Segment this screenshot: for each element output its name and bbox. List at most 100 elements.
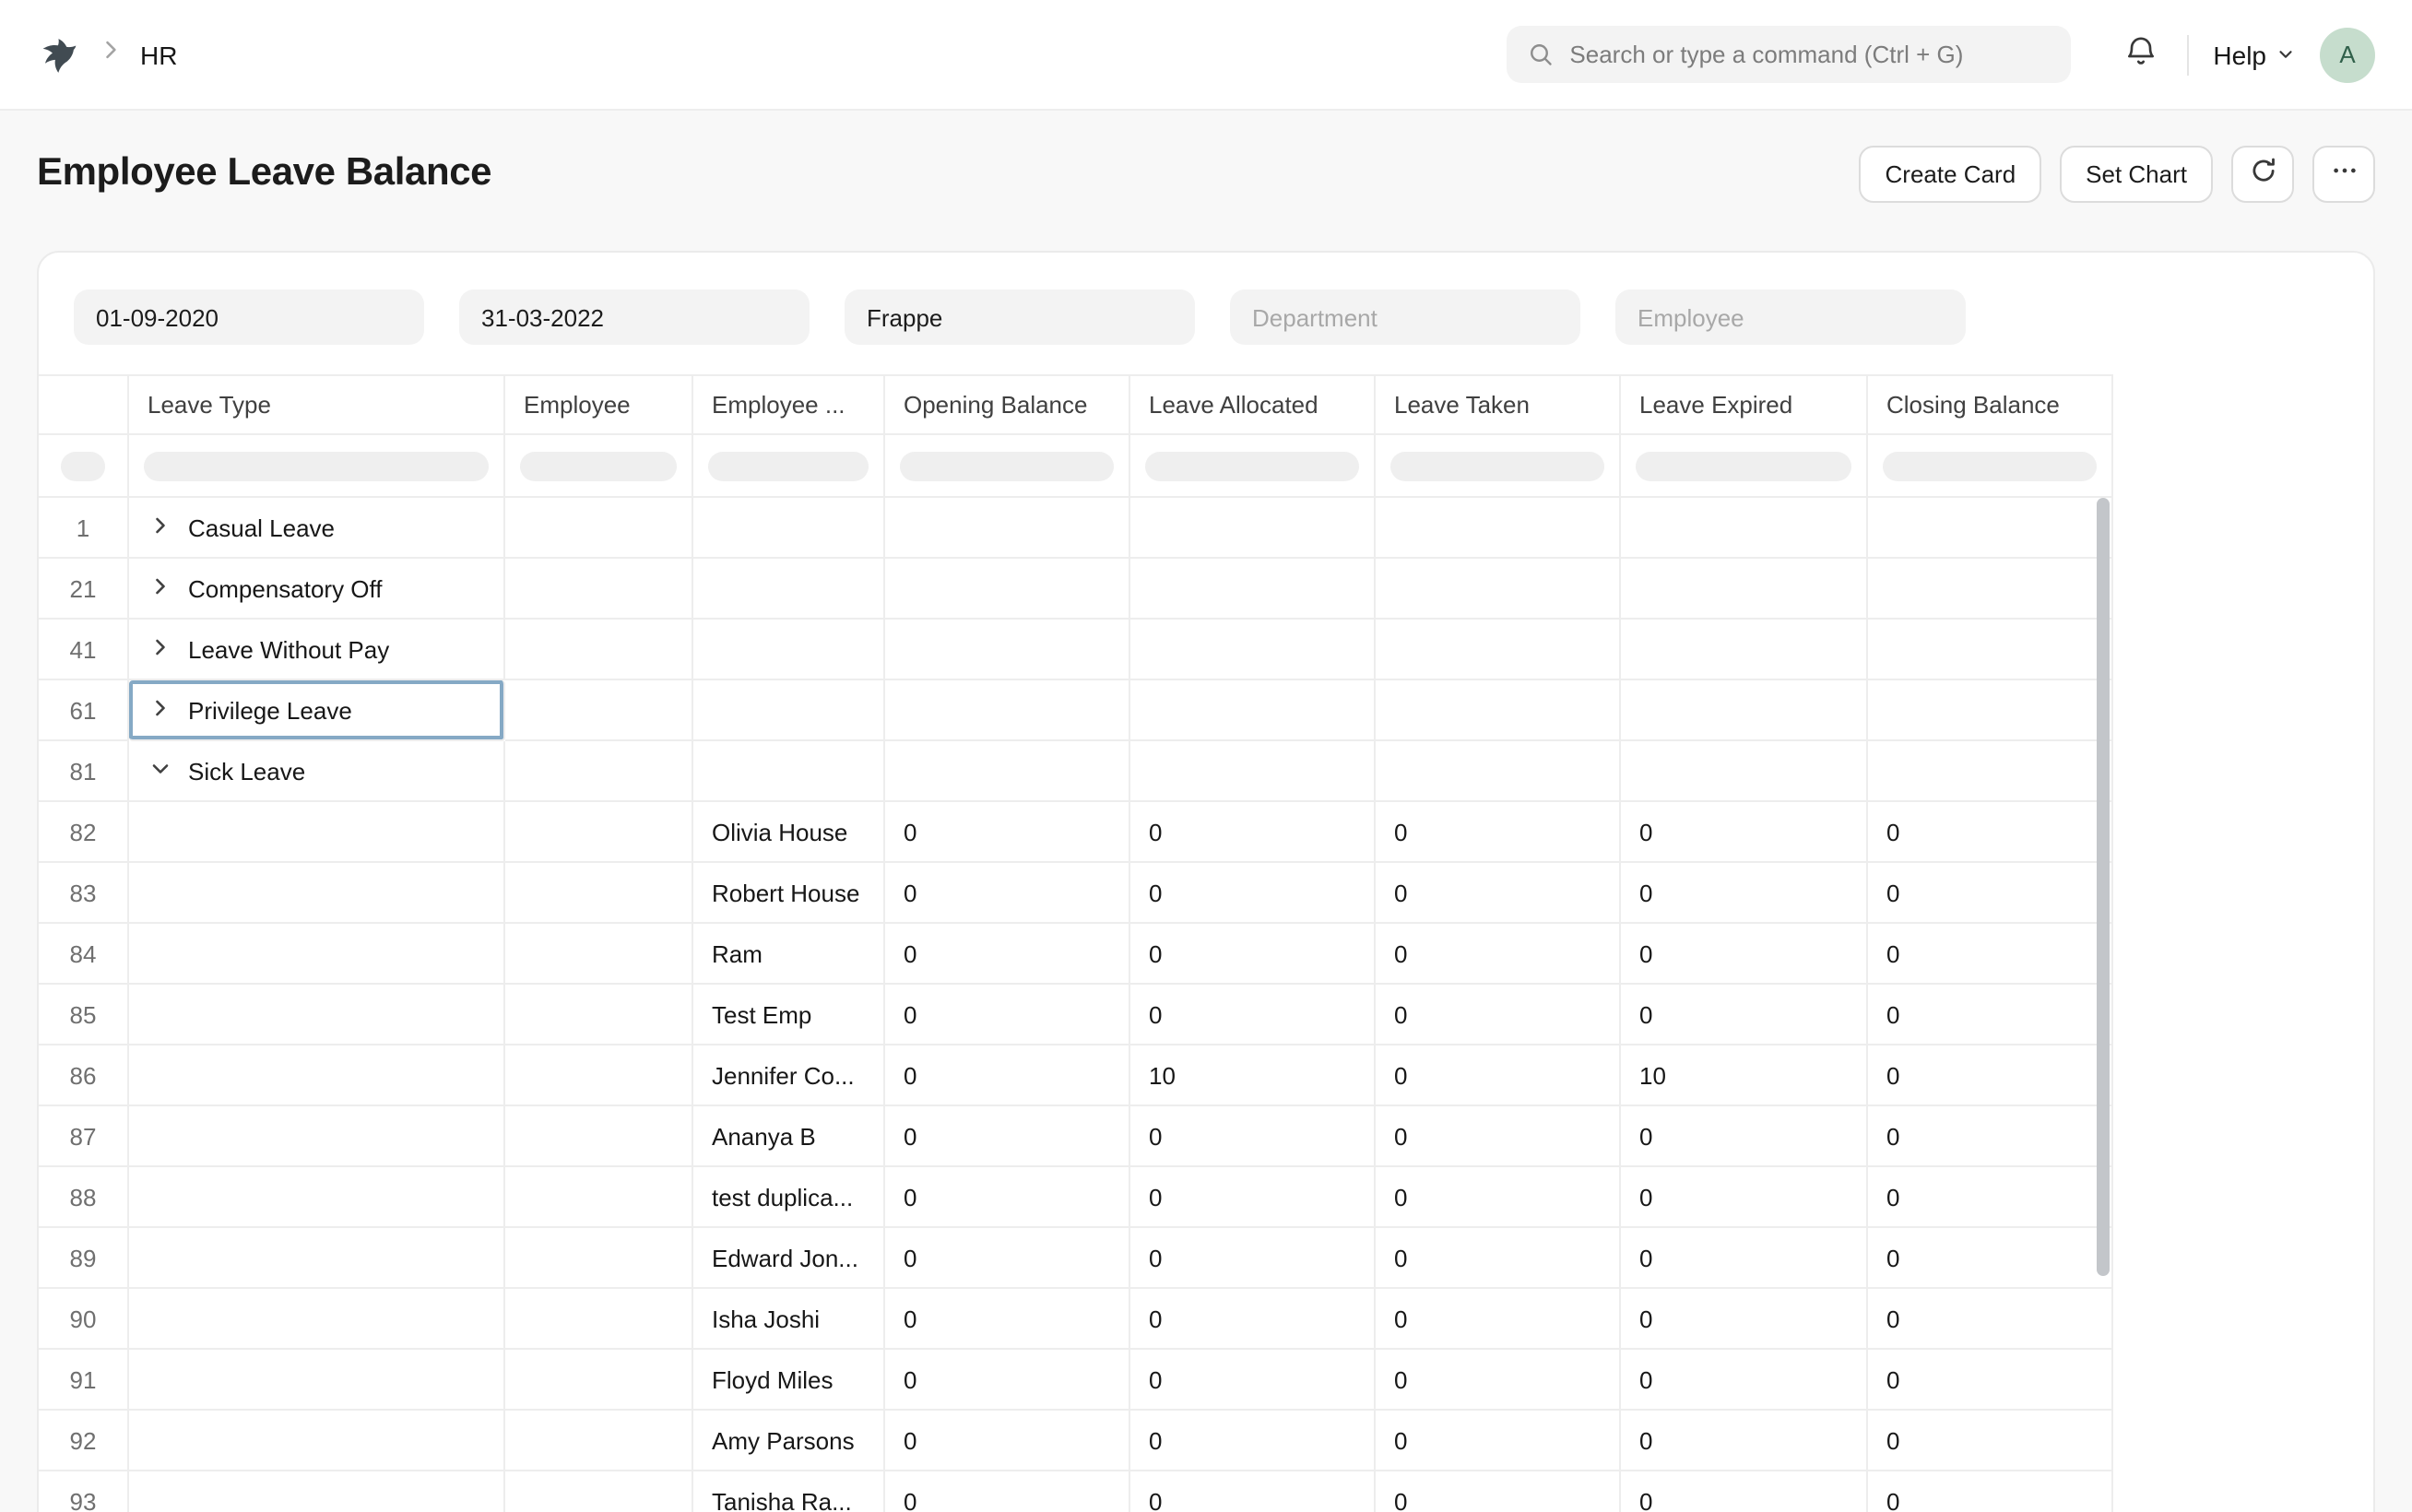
opening-balance-cell[interactable] [885, 559, 1130, 620]
leave-allocated-cell[interactable]: 0 [1130, 1411, 1376, 1471]
leave-type-cell[interactable] [129, 985, 505, 1045]
opening-balance-cell[interactable] [885, 741, 1130, 802]
employee-name-cell[interactable] [693, 680, 885, 741]
leave-taken-cell[interactable]: 0 [1376, 1045, 1621, 1106]
leave-expired-cell[interactable] [1621, 559, 1868, 620]
refresh-button[interactable] [2231, 145, 2294, 202]
employee-cell[interactable] [505, 802, 693, 863]
employee-cell[interactable] [505, 863, 693, 924]
vertical-scrollbar-thumb[interactable] [2097, 498, 2110, 1276]
column-header-leave-expired[interactable]: Leave Expired [1621, 376, 1868, 435]
leave-allocated-cell[interactable]: 10 [1130, 1045, 1376, 1106]
employee-name-cell[interactable]: Isha Joshi [693, 1289, 885, 1350]
leave-taken-cell[interactable]: 0 [1376, 1350, 1621, 1411]
leave-taken-cell[interactable]: 0 [1376, 863, 1621, 924]
opening-balance-cell[interactable]: 0 [885, 863, 1130, 924]
column-filter-leave-taken[interactable] [1376, 435, 1621, 498]
closing-balance-cell[interactable]: 0 [1868, 1167, 2113, 1228]
leave-expired-cell[interactable] [1621, 498, 1868, 559]
opening-balance-cell[interactable]: 0 [885, 985, 1130, 1045]
leave-expired-cell[interactable]: 0 [1621, 1167, 1868, 1228]
employee-cell[interactable] [505, 1350, 693, 1411]
employee-name-cell[interactable]: Ram [693, 924, 885, 985]
create-card-button[interactable]: Create Card [1860, 145, 2042, 202]
leave-type-cell[interactable] [129, 1167, 505, 1228]
employee-cell[interactable] [505, 620, 693, 680]
employee-name-cell[interactable]: Tanisha Ra... [693, 1471, 885, 1512]
breadcrumb[interactable]: HR [140, 40, 177, 69]
employee-name-cell[interactable]: Ananya B [693, 1106, 885, 1167]
leave-taken-cell[interactable] [1376, 620, 1621, 680]
opening-balance-cell[interactable]: 0 [885, 1167, 1130, 1228]
leave-allocated-cell[interactable] [1130, 741, 1376, 802]
employee-cell[interactable] [505, 1289, 693, 1350]
leave-type-cell[interactable] [129, 924, 505, 985]
closing-balance-cell[interactable] [1868, 559, 2113, 620]
employee-cell[interactable] [505, 985, 693, 1045]
opening-balance-cell[interactable]: 0 [885, 1289, 1130, 1350]
employee-cell[interactable] [505, 1045, 693, 1106]
leave-taken-cell[interactable]: 0 [1376, 1167, 1621, 1228]
employee-name-cell[interactable]: test duplica... [693, 1167, 885, 1228]
column-filter-employee-name[interactable] [693, 435, 885, 498]
leave-allocated-cell[interactable]: 0 [1130, 924, 1376, 985]
leave-type-cell[interactable] [129, 1350, 505, 1411]
column-filter-leave-type[interactable] [129, 435, 505, 498]
opening-balance-cell[interactable]: 0 [885, 802, 1130, 863]
closing-balance-cell[interactable]: 0 [1868, 924, 2113, 985]
opening-balance-cell[interactable] [885, 680, 1130, 741]
column-filter-closing-balance[interactable] [1868, 435, 2113, 498]
leave-type-cell[interactable]: Leave Without Pay [129, 620, 505, 680]
employee-cell[interactable] [505, 680, 693, 741]
employee-name-cell[interactable] [693, 498, 885, 559]
leave-allocated-cell[interactable]: 0 [1130, 802, 1376, 863]
opening-balance-cell[interactable]: 0 [885, 1045, 1130, 1106]
employee-cell[interactable] [505, 1228, 693, 1289]
user-avatar[interactable]: A [2320, 27, 2375, 82]
leave-allocated-cell[interactable] [1130, 498, 1376, 559]
leave-expired-cell[interactable]: 0 [1621, 863, 1868, 924]
closing-balance-cell[interactable]: 0 [1868, 1289, 2113, 1350]
employee-cell[interactable] [505, 1167, 693, 1228]
notifications-button[interactable] [2119, 30, 2163, 79]
employee-cell[interactable] [505, 924, 693, 985]
leave-type-cell[interactable] [129, 1228, 505, 1289]
opening-balance-cell[interactable]: 0 [885, 1411, 1130, 1471]
leave-taken-cell[interactable]: 0 [1376, 1411, 1621, 1471]
employee-name-cell[interactable] [693, 559, 885, 620]
menu-button[interactable] [2312, 145, 2375, 202]
employee-cell[interactable] [505, 741, 693, 802]
leave-allocated-cell[interactable]: 0 [1130, 1228, 1376, 1289]
leave-type-cell[interactable] [129, 1106, 505, 1167]
leave-taken-cell[interactable]: 0 [1376, 1289, 1621, 1350]
column-header-index[interactable] [39, 376, 129, 435]
leave-expired-cell[interactable] [1621, 741, 1868, 802]
global-search[interactable] [1507, 26, 2071, 83]
leave-allocated-cell[interactable]: 0 [1130, 1289, 1376, 1350]
employee-name-cell[interactable]: Floyd Miles [693, 1350, 885, 1411]
column-header-opening-balance[interactable]: Opening Balance [885, 376, 1130, 435]
column-filter-employee[interactable] [505, 435, 693, 498]
employee-cell[interactable] [505, 559, 693, 620]
closing-balance-cell[interactable]: 0 [1868, 1411, 2113, 1471]
employee-name-cell[interactable] [693, 741, 885, 802]
frappe-logo[interactable] [33, 30, 81, 78]
employee-name-cell[interactable]: Amy Parsons [693, 1411, 885, 1471]
from-date-filter[interactable] [74, 289, 424, 345]
leave-allocated-cell[interactable] [1130, 620, 1376, 680]
leave-expired-cell[interactable]: 0 [1621, 1411, 1868, 1471]
employee-name-cell[interactable]: Jennifer Co... [693, 1045, 885, 1106]
closing-balance-cell[interactable]: 0 [1868, 863, 2113, 924]
opening-balance-cell[interactable]: 0 [885, 924, 1130, 985]
leave-expired-cell[interactable] [1621, 680, 1868, 741]
leave-taken-cell[interactable] [1376, 680, 1621, 741]
opening-balance-cell[interactable]: 0 [885, 1106, 1130, 1167]
leave-expired-cell[interactable]: 0 [1621, 1471, 1868, 1512]
closing-balance-cell[interactable] [1868, 620, 2113, 680]
leave-type-cell[interactable] [129, 1289, 505, 1350]
leave-taken-cell[interactable] [1376, 498, 1621, 559]
column-filter-opening-balance[interactable] [885, 435, 1130, 498]
leave-allocated-cell[interactable] [1130, 559, 1376, 620]
leave-allocated-cell[interactable]: 0 [1130, 1350, 1376, 1411]
opening-balance-cell[interactable]: 0 [885, 1471, 1130, 1512]
